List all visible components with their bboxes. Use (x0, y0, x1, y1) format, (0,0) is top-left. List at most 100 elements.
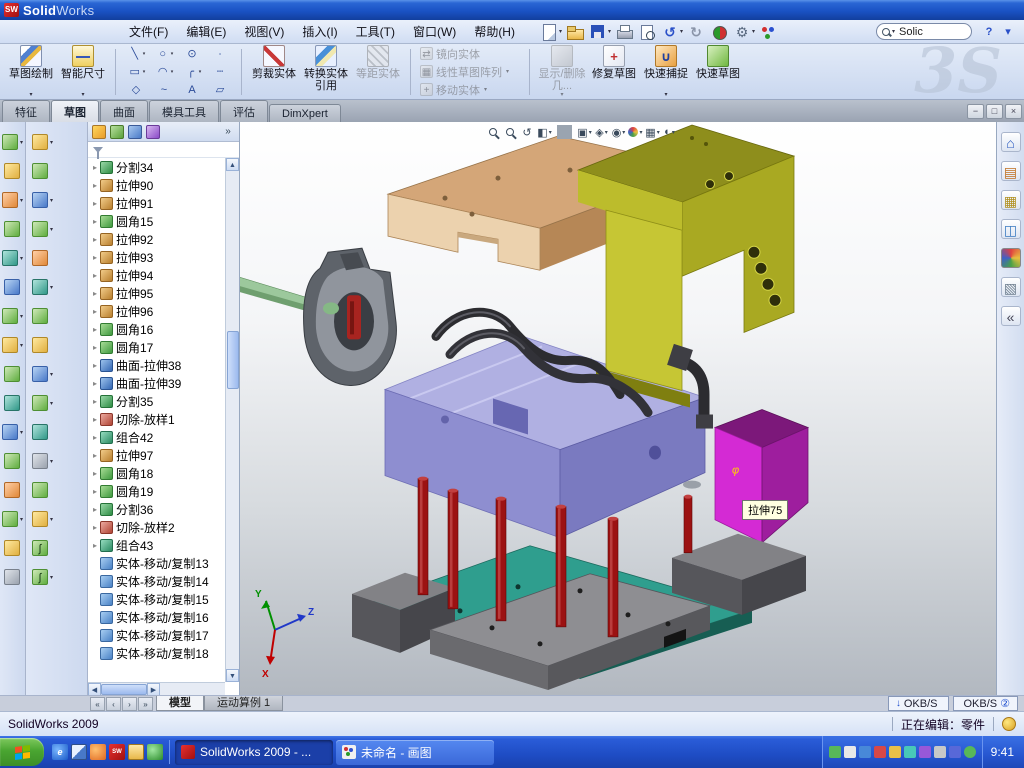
feature-tree-item[interactable]: ▸ 曲面-拉伸39 (88, 374, 225, 392)
search-box[interactable]: ▾ Solic (876, 23, 972, 40)
start-button[interactable] (0, 738, 44, 766)
polygon-tool[interactable]: ◇ (123, 81, 150, 98)
file-explorer-icon[interactable]: ▦ (1001, 190, 1021, 210)
zoom-fit-icon[interactable] (486, 124, 501, 140)
expand-arrow-icon[interactable]: ▸ (90, 307, 100, 316)
expand-arrow-icon[interactable]: ▸ (90, 469, 100, 478)
tray-icon-1[interactable] (829, 746, 841, 758)
messenger-icon[interactable] (147, 744, 163, 760)
custom-properties-icon[interactable]: ▧ (1001, 277, 1021, 297)
3d-model-exploded-view[interactable]: φ (240, 122, 996, 695)
search-dropdown-icon[interactable]: ▾ (892, 28, 895, 35)
left-tool-a10[interactable] (4, 395, 22, 411)
scrollbar-thumb[interactable] (227, 331, 239, 389)
tab-surfaces[interactable]: 曲面 (100, 100, 148, 122)
pane-overflow-icon[interactable]: » (221, 125, 235, 139)
solidworks-launcher-icon[interactable]: SW (109, 744, 125, 760)
media-player-icon[interactable] (90, 744, 106, 760)
feature-tree-item[interactable]: ▸ 切除-放样2 (88, 518, 225, 536)
feature-tree-item[interactable]: ▸ 拉伸93 (88, 248, 225, 266)
spline-tool[interactable]: ~ (151, 81, 178, 98)
tray-icon-10[interactable] (964, 746, 976, 758)
left-tool-b8[interactable] (32, 337, 50, 353)
left-tool-a14[interactable]: ▾ (2, 511, 23, 527)
left-tool-a5[interactable]: ▾ (2, 250, 23, 266)
expand-arrow-icon[interactable]: ▸ (90, 289, 100, 298)
ellipse-tool[interactable]: ⊙ (179, 45, 206, 62)
left-tool-a16[interactable] (4, 569, 22, 585)
first-tab-button[interactable]: « (90, 697, 105, 711)
left-tool-b3[interactable]: ▾ (32, 192, 53, 208)
feature-tree-item[interactable]: 实体-移动/复制17 (88, 626, 225, 644)
expand-arrow-icon[interactable]: ▸ (90, 235, 100, 244)
tab-mold-tools[interactable]: 模具工具 (149, 100, 219, 122)
left-tool-b6[interactable]: ▾ (32, 279, 53, 295)
expand-arrow-icon[interactable]: ▸ (90, 415, 100, 424)
view-settings-icon[interactable]: ◐▾ (662, 124, 677, 140)
left-tool-b11[interactable] (32, 424, 50, 440)
feature-tree-item[interactable]: ▸ 组合42 (88, 428, 225, 446)
doc-restore-button[interactable]: □ (986, 104, 1003, 119)
feature-tree-item[interactable]: ▸ 分割35 (88, 392, 225, 410)
convert-entities-button[interactable]: 转换实体引用 (301, 44, 351, 100)
left-tool-a13[interactable] (4, 482, 22, 498)
feature-tree-item[interactable]: ▸ 曲面-拉伸38 (88, 356, 225, 374)
feature-tree-item[interactable]: ▸ 切除-放样1 (88, 410, 225, 428)
left-tool-b1[interactable]: ▾ (32, 134, 53, 150)
feature-tree-item[interactable]: ▸ 分割36 (88, 500, 225, 518)
menu-item[interactable]: 文件(F) (120, 20, 177, 43)
left-tool-a7[interactable]: ▾ (2, 308, 23, 324)
open-icon[interactable] (565, 22, 586, 42)
left-tool-b4[interactable]: ▾ (32, 221, 53, 237)
left-tool-b2[interactable] (32, 163, 50, 179)
rectangle-tool[interactable]: ▭▾ (123, 63, 150, 80)
doc-close-button[interactable]: × (1005, 104, 1022, 119)
quick-snaps-button[interactable]: ∪ 快速捕捉 ▾ (641, 44, 691, 100)
section-view-icon[interactable]: ◧▾ (537, 124, 552, 140)
save-icon[interactable]: ▾ (588, 22, 612, 42)
expand-arrow-icon[interactable]: ▸ (90, 253, 100, 262)
scroll-up-icon[interactable]: ▲ (226, 158, 239, 171)
expand-arrow-icon[interactable]: ▸ (90, 271, 100, 280)
construction-tool[interactable]: ▱ (207, 81, 234, 98)
tray-icon-4[interactable] (874, 746, 886, 758)
tray-icon-3[interactable] (859, 746, 871, 758)
menu-item[interactable]: 窗口(W) (404, 20, 465, 43)
view-palette-icon[interactable]: ◫ (1001, 219, 1021, 239)
tab-evaluate[interactable]: 评估 (220, 100, 268, 122)
menu-item[interactable]: 编辑(E) (177, 20, 235, 43)
left-tool-b10[interactable]: ▾ (32, 395, 53, 411)
feature-tree-item[interactable]: 实体-移动/复制15 (88, 590, 225, 608)
expand-arrow-icon[interactable]: ▸ (90, 379, 100, 388)
zoom-area-icon[interactable] (503, 124, 518, 140)
feature-tree-item[interactable]: ▸ 圆角17 (88, 338, 225, 356)
expand-arrow-icon[interactable]: ▸ (90, 523, 100, 532)
tray-icon-6[interactable] (904, 746, 916, 758)
expand-arrow-icon[interactable]: ▸ (90, 505, 100, 514)
left-tool-b9[interactable]: ▾ (32, 366, 53, 382)
tray-icon-2[interactable] (844, 746, 856, 758)
circle-tool[interactable]: ○▾ (151, 45, 178, 62)
offset-entities-button[interactable]: 等距实体 (353, 44, 403, 100)
show-desktop-icon[interactable] (71, 744, 87, 760)
move-entities-button[interactable]: + 移动实体 ▾ (418, 82, 522, 98)
fillet-tool[interactable]: ╭▾ (179, 63, 206, 80)
search-input[interactable]: Solic (899, 26, 923, 38)
rapid-sketch-button[interactable]: 快速草图 (693, 44, 743, 100)
color-swatch-icon[interactable] (758, 22, 779, 42)
apply-scene-icon[interactable]: ▦▾ (645, 124, 660, 140)
graphics-viewport[interactable]: φ (240, 122, 996, 695)
propertymanager-icon[interactable] (110, 125, 124, 139)
left-tool-a12[interactable] (4, 453, 22, 469)
feature-tree-item[interactable]: ▸ 拉伸97 (88, 446, 225, 464)
model-tab[interactable]: 模型 (156, 696, 204, 711)
tray-icon-7[interactable] (919, 746, 931, 758)
expand-arrow-icon[interactable]: ▸ (90, 541, 100, 550)
headsup-separator[interactable] (557, 125, 572, 139)
configurationmanager-icon[interactable] (128, 125, 142, 139)
collapse-pane-icon[interactable]: « (1001, 306, 1021, 326)
tray-icon-8[interactable] (934, 746, 946, 758)
feature-tree-item[interactable]: ▸ 圆角18 (88, 464, 225, 482)
hide-show-items-icon[interactable]: ◉▾ (611, 124, 626, 140)
motion-study-tab[interactable]: 运动算例 1 (204, 696, 283, 711)
